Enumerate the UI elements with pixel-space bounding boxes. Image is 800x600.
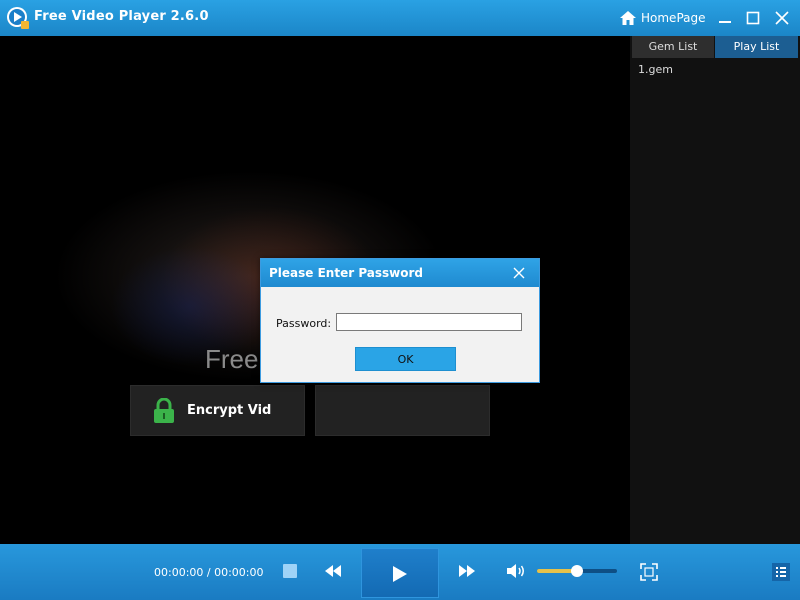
app-title: Free Video Player 2.6.0: [34, 9, 209, 24]
brand-text: Free: [205, 344, 259, 374]
list-item-label[interactable]: 1.gem: [638, 63, 673, 76]
playlist-tabs: Gem List Play List: [630, 36, 800, 58]
control-bar: 00:00:00 / 00:00:00: [0, 544, 800, 600]
app-window: Free Video Player 2.6.0 HomePage Free En…: [0, 0, 800, 600]
lock-icon: [154, 398, 174, 423]
password-dialog: Please Enter Password Password: OK: [260, 258, 540, 383]
tab-play-list[interactable]: Play List: [715, 36, 798, 58]
password-input[interactable]: [336, 313, 522, 331]
encrypt-video-button[interactable]: Encrypt Vid: [130, 385, 305, 436]
dialog-close-icon[interactable]: [511, 265, 527, 281]
volume-knob[interactable]: [571, 565, 583, 577]
home-icon: [620, 11, 636, 25]
play-icon: [393, 566, 407, 582]
dialog-title: Please Enter Password: [269, 266, 424, 280]
fullscreen-icon[interactable]: [640, 563, 658, 581]
tab-gem-list[interactable]: Gem List: [632, 36, 714, 58]
playlist-panel: Gem List Play List 1.gem: [630, 36, 800, 544]
volume-slider[interactable]: [537, 565, 617, 577]
dialog-header: Please Enter Password: [261, 259, 539, 287]
app-logo-icon: [7, 7, 29, 29]
stop-button[interactable]: [283, 564, 297, 578]
ok-button[interactable]: OK: [355, 347, 456, 371]
maximize-icon[interactable]: [744, 9, 762, 27]
rewind-icon[interactable]: [323, 563, 343, 579]
playlist-toggle-icon[interactable]: [772, 563, 790, 581]
minimize-icon[interactable]: [716, 9, 734, 27]
volume-icon[interactable]: [506, 562, 526, 580]
title-bar: Free Video Player 2.6.0 HomePage: [0, 0, 800, 36]
encrypt-video-label: Encrypt Vid: [187, 403, 272, 418]
fast-forward-icon[interactable]: [457, 563, 477, 579]
homepage-link[interactable]: HomePage: [619, 8, 706, 28]
password-label: Password:: [276, 317, 332, 330]
secondary-video-button[interactable]: [315, 385, 490, 436]
play-button[interactable]: [361, 548, 439, 598]
close-icon[interactable]: [773, 9, 791, 27]
homepage-label: HomePage: [641, 11, 706, 25]
time-display: 00:00:00 / 00:00:00: [154, 566, 264, 579]
